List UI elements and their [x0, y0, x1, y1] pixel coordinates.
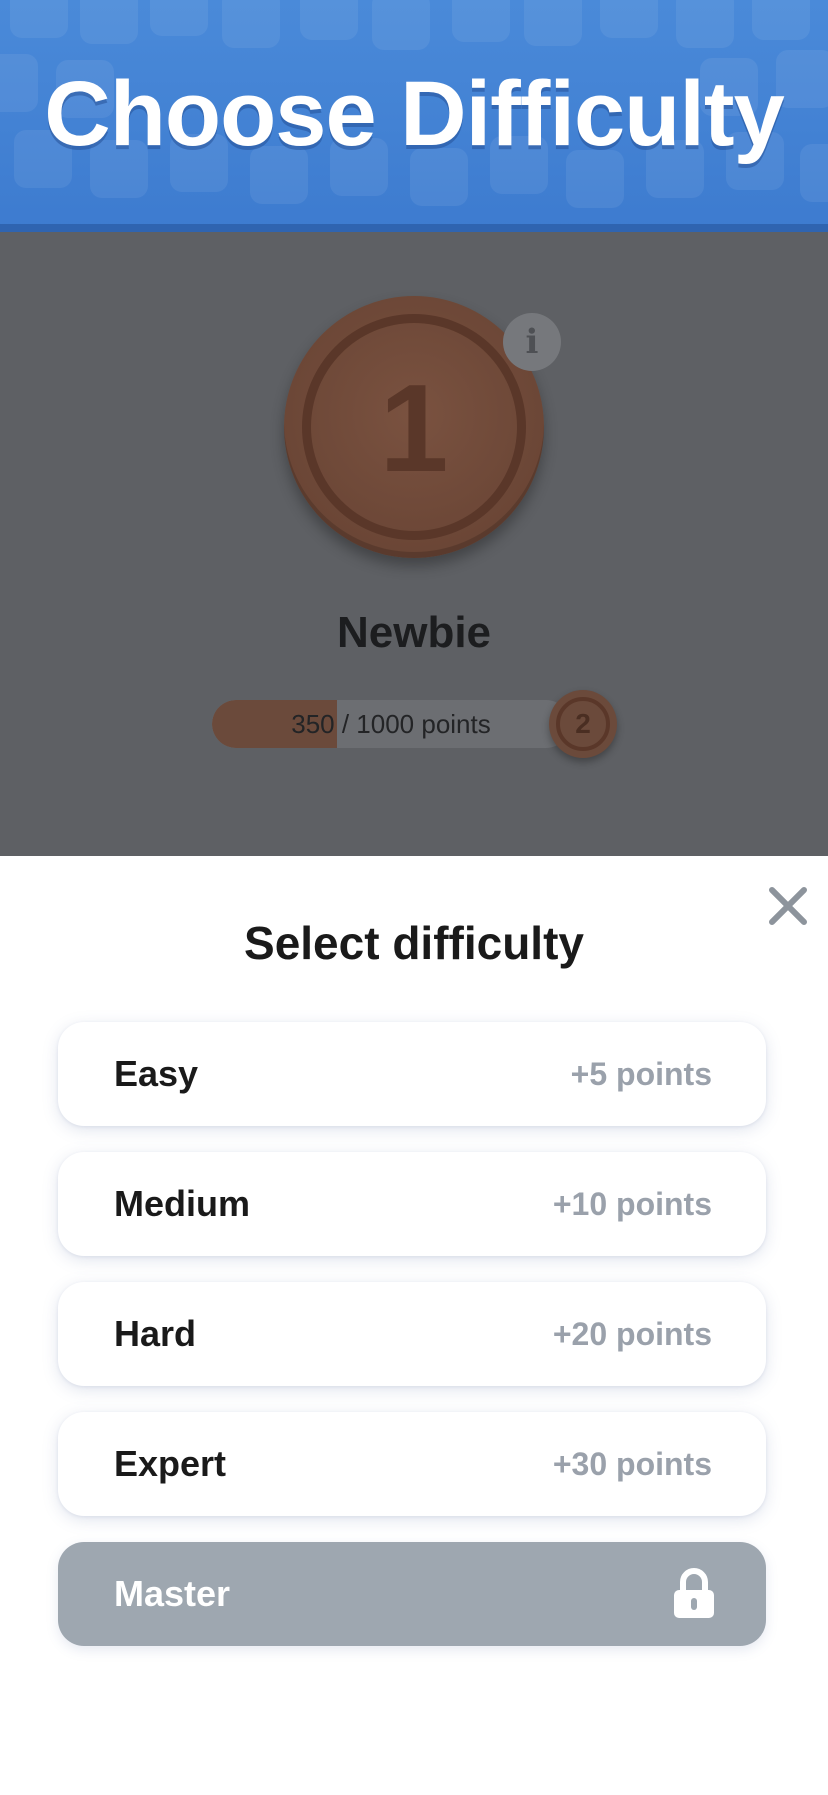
info-icon[interactable]: i — [503, 313, 561, 371]
difficulty-sheet: Select difficulty Easy +5 points Medium … — [0, 856, 828, 1795]
option-points: +10 points — [552, 1186, 712, 1222]
app-screen: Choose Difficulty 1 i Newbie 350 / 1000 … — [0, 0, 828, 1795]
current-level-number: 1 — [379, 360, 449, 498]
difficulty-option-hard[interactable]: Hard +20 points — [58, 1282, 766, 1386]
option-points: +5 points — [570, 1056, 712, 1092]
option-points: +30 points — [552, 1446, 712, 1482]
option-label: Easy — [114, 1053, 199, 1094]
next-level-number: 2 — [556, 697, 610, 751]
page-title: Choose Difficulty — [44, 63, 784, 165]
difficulty-option-easy[interactable]: Easy +5 points — [58, 1022, 766, 1126]
level-progress-bar: 350 / 1000 points — [212, 700, 570, 748]
rank-name: Newbie — [336, 608, 492, 657]
header-banner: Choose Difficulty — [0, 0, 828, 232]
difficulty-option-master[interactable]: Master — [58, 1542, 766, 1646]
difficulty-option-expert[interactable]: Expert +30 points — [58, 1412, 766, 1516]
option-label: Master — [114, 1573, 231, 1614]
option-label: Hard — [114, 1313, 197, 1354]
header-divider — [0, 224, 828, 232]
lock-icon — [672, 1568, 716, 1620]
option-label: Expert — [114, 1443, 227, 1484]
sheet-title: Select difficulty — [244, 917, 584, 969]
option-label: Medium — [114, 1183, 251, 1224]
difficulty-option-medium[interactable]: Medium +10 points — [58, 1152, 766, 1256]
option-points: +20 points — [552, 1316, 712, 1352]
next-level-badge: 2 — [549, 690, 617, 758]
level-progress-text: 350 / 1000 points — [291, 709, 491, 739]
